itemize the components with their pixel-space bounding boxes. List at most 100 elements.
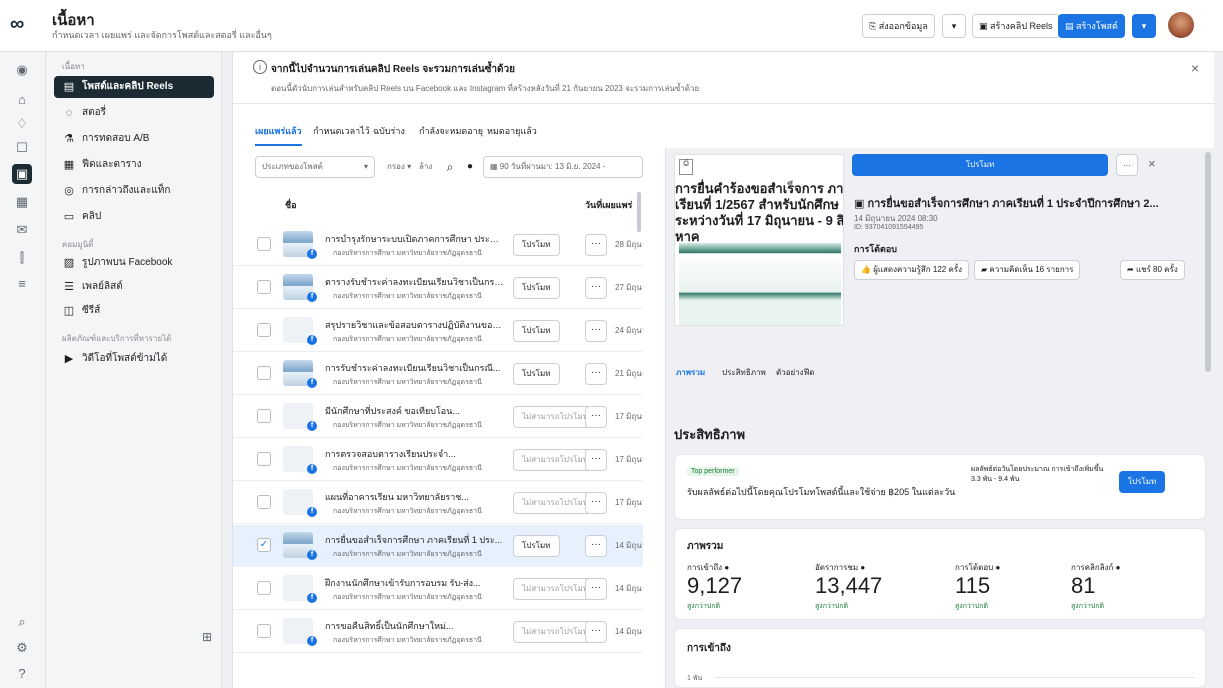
more-options-button[interactable]: ···	[585, 449, 607, 471]
collapse-sidebar-icon[interactable]: ⊞	[202, 630, 212, 644]
gear-icon[interactable]: ⚙	[12, 638, 32, 658]
row-checkbox[interactable]	[257, 581, 271, 595]
tab-expired[interactable]: หมดอายุแล้ว	[487, 124, 537, 138]
notifications-icon[interactable]: ♢	[12, 114, 32, 134]
avatar[interactable]	[1168, 12, 1194, 38]
post-title[interactable]: การยื่นขอสำเร็จการศึกษา ภาคเรียนที่ 1 ปร…	[325, 533, 505, 547]
tab-scheduled[interactable]: กำหนดเวลาไว้	[313, 124, 370, 138]
sidebar-item-mentions[interactable]: ◎ การกล่าวถึงและแท็ก	[54, 180, 214, 202]
sidebar-item-feed-grid[interactable]: ▦ ฟีดและตาราง	[54, 154, 214, 176]
more-options-button[interactable]: ···	[585, 492, 607, 514]
more-options-button[interactable]: ···	[1116, 154, 1138, 176]
table-row[interactable]: f สรุปรายวิชาและข้อสอบตารางปฏิบัติงานของแ…	[233, 310, 643, 352]
post-title[interactable]: ฝึกงานนักศึกษาเข้ารับการอบรม รับ-ส่ง...	[325, 576, 505, 590]
detail-tab-overview[interactable]: ภาพรวม	[676, 366, 705, 379]
shares-pill[interactable]: ➦ แชร์ 80 ครั้ง	[1120, 260, 1185, 280]
post-title[interactable]: สรุปรายวิชาและข้อสอบตารางปฏิบัติงานของแต…	[325, 318, 505, 332]
detail-tab-performance[interactable]: ประสิทธิภาพ	[722, 366, 766, 379]
close-icon[interactable]: ×	[1191, 60, 1199, 76]
column-header-title[interactable]: ชื่อ	[285, 198, 297, 212]
row-checkbox[interactable]	[257, 280, 271, 294]
table-row[interactable]: f แผนที่อาคารเรียน มหาวิทยาลัยราช... กองบร…	[233, 482, 643, 524]
insights-icon[interactable]: ⫿	[12, 248, 32, 268]
create-post-button[interactable]: ▤ สร้างโพสต์	[1058, 14, 1125, 38]
table-row[interactable]: f ฝึกงานนักศึกษาเข้ารับการอบรม รับ-ส่ง...…	[233, 568, 643, 610]
post-title[interactable]: ตารางรับชำระค่าลงทะเบียนเรียนวิชาเป็นกรณ…	[325, 275, 505, 289]
tab-expiring[interactable]: กำลังจะหมดอายุ	[419, 124, 483, 138]
meta-logo-icon[interactable]: ∞	[10, 14, 36, 34]
row-checkbox[interactable]	[257, 495, 271, 509]
sidebar-item-ab-test[interactable]: ⚗ การทดสอบ A/B	[54, 128, 214, 150]
info-icon[interactable]: ●	[463, 156, 477, 178]
sidebar-item-crosspost-videos[interactable]: ▶ วิดีโอที่โพสต์ข้ามได้	[54, 348, 214, 370]
export-button[interactable]: ⎘ ส่งออกข้อมูล	[862, 14, 935, 38]
close-icon[interactable]: ×	[1148, 156, 1156, 171]
table-row[interactable]: f การตรวจสอบตารางเรียนประจำ... กองบริหารกา…	[233, 439, 643, 481]
row-checkbox[interactable]: ✓	[257, 538, 271, 552]
search-icon[interactable]: ⌕	[12, 612, 32, 632]
post-type-select[interactable]: ประเภทของโพสต์ ▾	[255, 156, 375, 178]
boost-button[interactable]: โปรโมท	[513, 277, 560, 299]
sidebar-item-facebook-images[interactable]: ▨ รูปภาพบน Facebook	[54, 252, 214, 274]
more-options-button[interactable]: ···	[585, 363, 607, 385]
more-options-button[interactable]: ···	[585, 406, 607, 428]
more-options-button[interactable]: ···	[585, 320, 607, 342]
table-row[interactable]: ✓ f การยื่นขอสำเร็จการศึกษา ภาคเรียนที่ 1 …	[233, 525, 643, 567]
row-checkbox[interactable]	[257, 366, 271, 380]
list-scrollbar[interactable]	[637, 192, 641, 232]
calendar-icon[interactable]: ☐	[12, 138, 32, 158]
home-icon[interactable]: ⌂	[12, 90, 32, 110]
export-dropdown-button[interactable]: ▾	[942, 14, 966, 38]
boost-post-button[interactable]: โปรโมท	[852, 154, 1108, 176]
content-icon[interactable]: ▣	[12, 164, 32, 184]
reactions-pill[interactable]: 👍 ผู้แสดงความรู้สึก 122 ครั้ง	[854, 260, 969, 280]
boost-button[interactable]: โปรโมท	[513, 535, 560, 557]
post-title[interactable]: มีนักศึกษาที่ประสงค์ ขอเทียบโอน...	[325, 404, 505, 418]
row-checkbox[interactable]	[257, 624, 271, 638]
row-checkbox[interactable]	[257, 452, 271, 466]
tab-drafts[interactable]: ฉบับร่าง	[373, 124, 405, 138]
boost-button[interactable]: โปรโมท	[513, 363, 560, 385]
boost-button[interactable]: โปรโมท	[513, 234, 560, 256]
search-icon[interactable]: ⌕	[439, 156, 461, 178]
comments-pill[interactable]: ▰ ความคิดเห็น 16 รายการ	[974, 260, 1081, 280]
help-icon[interactable]: ?	[12, 664, 32, 684]
post-title[interactable]: แผนที่อาคารเรียน มหาวิทยาลัยราช...	[325, 490, 505, 504]
create-post-dropdown-button[interactable]: ▾	[1132, 14, 1156, 38]
post-title[interactable]: การรับชำระค่าลงทะเบียนเรียนวิชาเป็นกรณี.…	[325, 361, 505, 375]
sidebar-item-posts-reels[interactable]: ▤ โพสต์และคลิป Reels	[54, 76, 214, 98]
tab-published[interactable]: เผยแพร่แล้ว	[255, 124, 302, 146]
post-title[interactable]: การบำรุงรักษาระบบเปิดภาคการศึกษา ประจำภา…	[325, 232, 505, 246]
table-row[interactable]: f การบำรุงรักษาระบบเปิดภาคการศึกษา ประจำภ…	[233, 224, 643, 266]
planner-icon[interactable]: ▦	[12, 192, 32, 212]
row-checkbox[interactable]	[257, 409, 271, 423]
sidebar-item-playlists[interactable]: ☰ เพลย์ลิสต์	[54, 276, 214, 298]
date-range-select[interactable]: ▦ 90 วันที่ผ่านมา: 13 มิ.ย. 2024 -	[483, 156, 643, 178]
menu-icon[interactable]: ≡	[12, 274, 32, 294]
sidebar-item-stories[interactable]: ◌ สตอรี่	[54, 102, 214, 124]
detail-scrollbar[interactable]	[1205, 152, 1211, 372]
clear-filter-link[interactable]: ล้าง	[419, 160, 432, 173]
boost-button[interactable]: โปรโมท	[513, 320, 560, 342]
more-options-button[interactable]: ···	[585, 578, 607, 600]
page-avatar-icon[interactable]: ◉	[12, 60, 32, 80]
table-row[interactable]: f การรับชำระค่าลงทะเบียนเรียนวิชาเป็นกรณี…	[233, 353, 643, 395]
post-title[interactable]: การขอคืนสิทธิ์เป็นนักศึกษาใหม่...	[325, 619, 505, 633]
table-row[interactable]: f ตารางรับชำระค่าลงทะเบียนเรียนวิชาเป็นกร…	[233, 267, 643, 309]
table-row[interactable]: f มีนักศึกษาที่ประสงค์ ขอเทียบโอน... กองบร…	[233, 396, 643, 438]
create-reel-button[interactable]: ▣ สร้างคลิป Reels	[972, 14, 1060, 38]
row-checkbox[interactable]	[257, 323, 271, 337]
post-title[interactable]: การตรวจสอบตารางเรียนประจำ...	[325, 447, 505, 461]
sidebar-item-series[interactable]: ◫ ซีรีส์	[54, 300, 214, 322]
table-row[interactable]: f การขอคืนสิทธิ์เป็นนักศึกษาใหม่... กองบริ…	[233, 611, 643, 653]
more-options-button[interactable]: ···	[585, 535, 607, 557]
more-options-button[interactable]: ···	[585, 234, 607, 256]
detail-tab-feed-preview[interactable]: ตัวอย่างฟีด	[776, 366, 814, 379]
filter-button[interactable]: กรอง ▾	[387, 160, 411, 173]
boost-card-button[interactable]: โปรโมท	[1119, 471, 1165, 493]
column-header-date[interactable]: วันที่เผยแพร่	[585, 198, 643, 212]
more-options-button[interactable]: ···	[585, 621, 607, 643]
row-checkbox[interactable]	[257, 237, 271, 251]
sidebar-item-clips[interactable]: ▭ คลิป	[54, 206, 214, 228]
inbox-icon[interactable]: ✉	[12, 220, 32, 240]
